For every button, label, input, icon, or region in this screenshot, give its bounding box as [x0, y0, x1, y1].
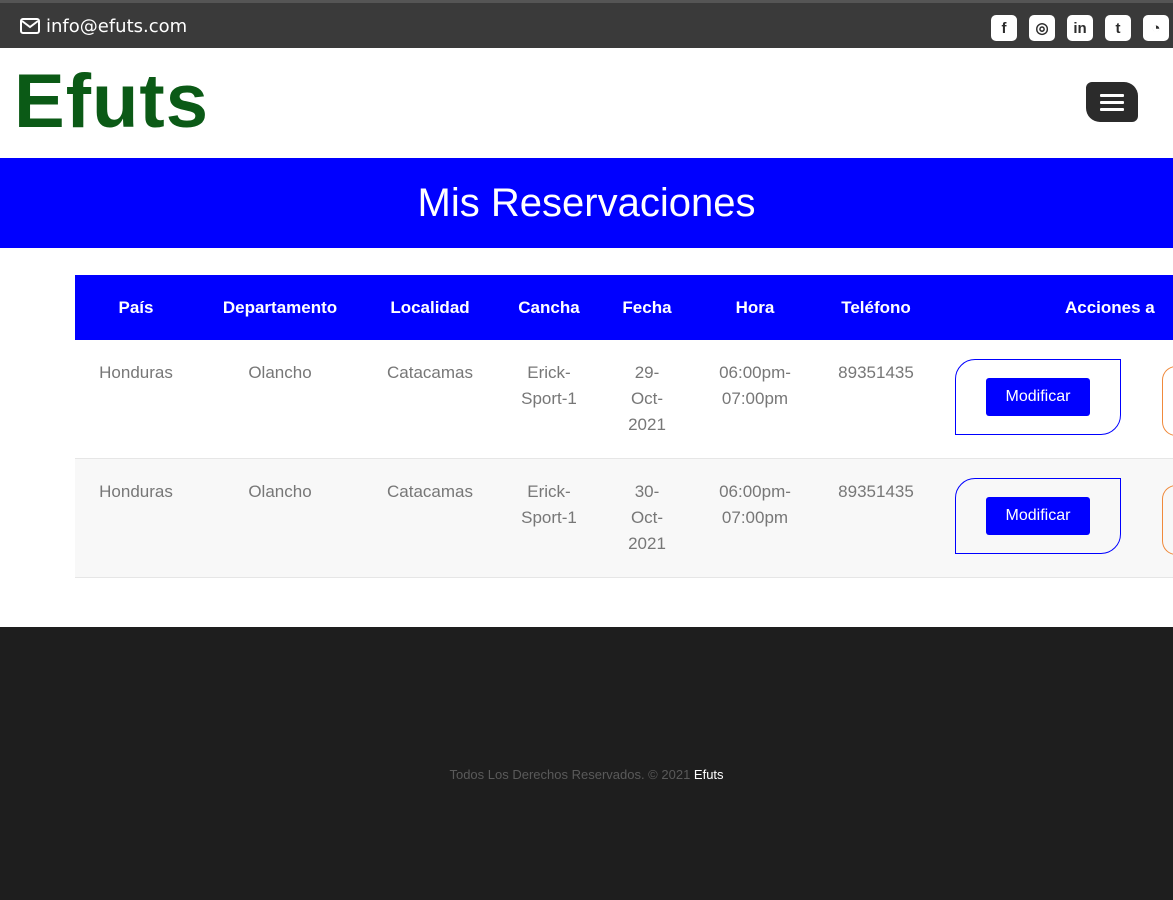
logo[interactable]: Efuts — [14, 62, 209, 142]
header-cancha: Cancha — [518, 297, 580, 317]
contact-email[interactable]: info@efuts.com — [20, 14, 187, 38]
cell-telefono: 89351435 — [838, 363, 914, 382]
site-header: Efuts — [0, 48, 1173, 158]
modificar-button[interactable]: Modificar — [986, 378, 1090, 416]
cell-fecha: 29- Oct- 2021 — [628, 363, 666, 434]
instagram-icon[interactable]: ◎ — [1029, 15, 1055, 41]
footer-brand-link[interactable]: Efuts — [694, 767, 724, 782]
rss-icon[interactable]: ◔ — [1143, 15, 1169, 41]
cell-fecha: 30- Oct- 2021 — [628, 482, 666, 553]
page-title: Mis Reservaciones — [417, 180, 756, 225]
cell-hora: 06:00pm- 07:00pm — [719, 482, 791, 527]
header-pais: País — [118, 297, 154, 317]
cell-pais: Honduras — [99, 482, 173, 501]
modificar-button[interactable]: Modificar — [986, 497, 1090, 535]
header-localidad: Localidad — [390, 297, 470, 317]
menu-line — [1100, 107, 1124, 111]
email-text: info@efuts.com — [46, 15, 188, 37]
copyright: Todos Los Derechos Reservados. © 2021 Ef… — [0, 767, 1173, 782]
top-bar: info@efuts.com f ◎ in t ◔ — [0, 0, 1173, 48]
header-fecha: Fecha — [622, 297, 672, 317]
cell-pais: Honduras — [99, 363, 173, 382]
header-acciones: Acciones a — [1065, 297, 1155, 317]
facebook-icon[interactable]: f — [991, 15, 1017, 41]
page-banner: Mis Reservaciones — [0, 158, 1173, 248]
linkedin-icon[interactable]: in — [1067, 15, 1093, 41]
cell-cancha: Erick- Sport-1 — [521, 363, 577, 408]
social-links: f ◎ in t ◔ — [991, 15, 1169, 41]
cell-hora: 06:00pm- 07:00pm — [719, 363, 791, 408]
table-header: País Departamento Localidad Cancha Fecha… — [75, 275, 1173, 340]
cell-localidad: Catacamas — [387, 482, 473, 501]
action-container: Modificar — [955, 478, 1121, 554]
copyright-text: Todos Los Derechos Reservados. © 2021 — [449, 767, 694, 782]
header-telefono: Teléfono — [841, 297, 911, 317]
action-container: Modificar — [955, 359, 1121, 435]
cell-departamento: Olancho — [248, 363, 312, 382]
menu-line — [1100, 93, 1124, 97]
menu-line — [1100, 100, 1124, 104]
envelope-icon — [20, 18, 40, 34]
cell-telefono: 89351435 — [838, 482, 914, 501]
header-departamento: Departamento — [222, 297, 338, 317]
reservations-table: País Departamento Localidad Cancha Fecha… — [75, 275, 1173, 578]
header-hora: Hora — [735, 297, 775, 317]
table-row: Honduras Olancho Catacamas Erick- Sport-… — [75, 459, 1173, 578]
cell-localidad: Catacamas — [387, 363, 473, 382]
cell-cancha: Erick- Sport-1 — [521, 482, 577, 527]
secondary-action-container[interactable] — [1162, 366, 1173, 436]
table-row: Honduras Olancho Catacamas Erick- Sport-… — [75, 340, 1173, 459]
hamburger-menu-button[interactable] — [1086, 82, 1138, 122]
secondary-action-container[interactable] — [1162, 485, 1173, 555]
cell-departamento: Olancho — [248, 482, 312, 501]
twitter-icon[interactable]: t — [1105, 15, 1131, 41]
site-footer: Todos Los Derechos Reservados. © 2021 Ef… — [0, 627, 1173, 900]
